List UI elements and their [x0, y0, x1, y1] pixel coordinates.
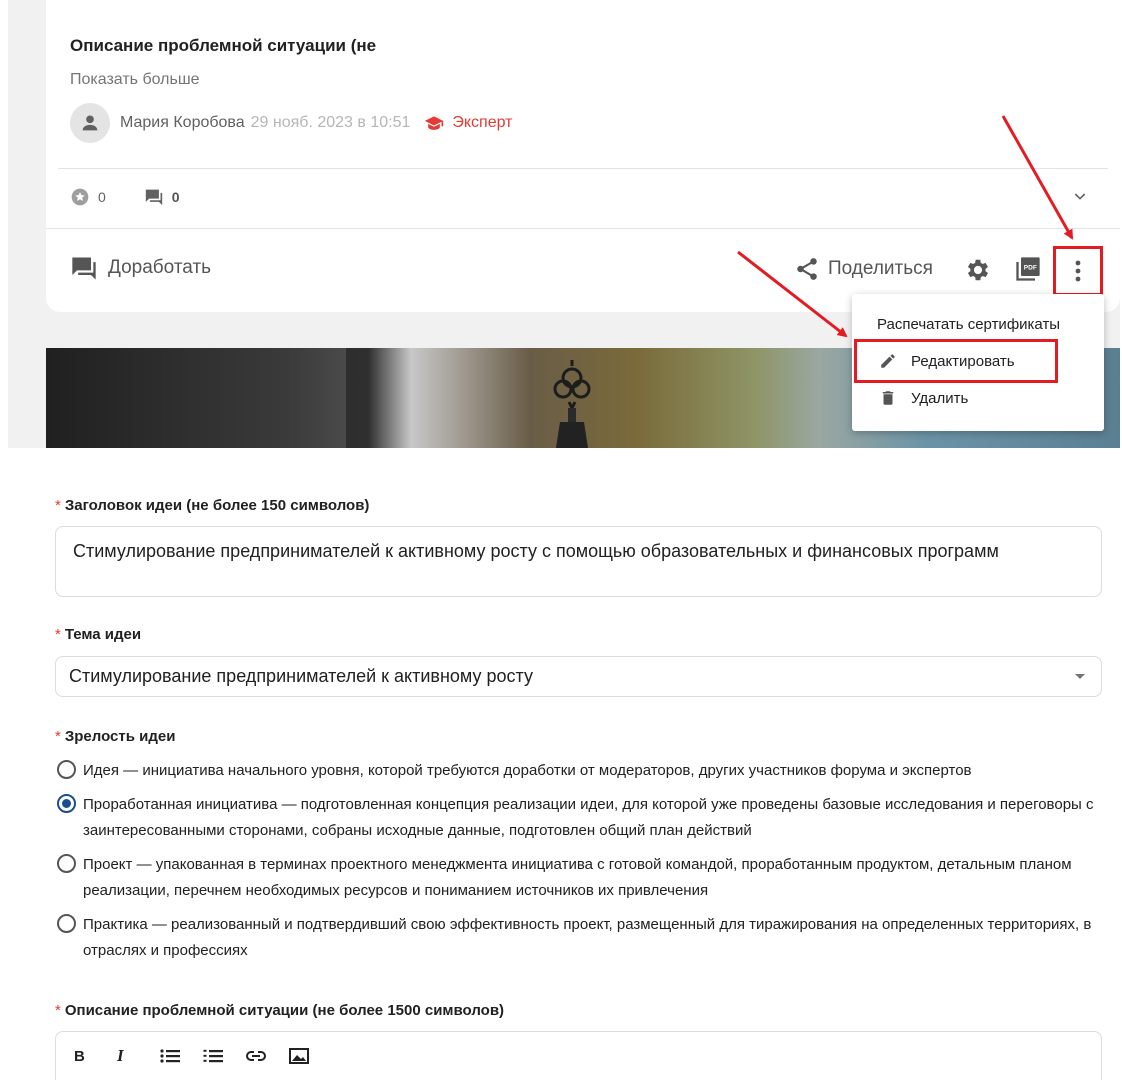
idea-card-screenshot: Описание проблемной ситуации (не Показат…: [8, 0, 1120, 448]
comments-count: 0: [171, 189, 180, 205]
more-vertical-icon: [1075, 260, 1081, 282]
title-field-label: * Заголовок идеи (не более 150 символов): [55, 497, 369, 514]
menu-item-label: Распечатать сертификаты: [877, 315, 1061, 333]
idea-topic-select[interactable]: Стимулирование предпринимателей к активн…: [55, 656, 1102, 697]
pdf-icon: PDF: [1016, 257, 1040, 281]
comment-icon: [72, 257, 96, 280]
expert-badge-label: Эксперт: [452, 114, 513, 131]
divider: [58, 168, 1108, 169]
maturity-option-practice[interactable]: Практика — реализованный и подтвердивший…: [57, 912, 1107, 964]
maturity-option-project[interactable]: Проект — упакованная в терминах проектно…: [57, 852, 1107, 904]
bulleted-list-button[interactable]: [160, 1044, 203, 1068]
image-dark-area: [46, 348, 346, 448]
caret-down-icon: [1075, 674, 1085, 679]
numbered-list-icon: [203, 1049, 223, 1063]
maturity-option-idea[interactable]: Идея — инициатива начального уровня, кот…: [57, 758, 972, 784]
topic-select-value: Стимулирование предпринимателей к активн…: [69, 666, 533, 686]
trash-icon: [882, 391, 894, 405]
rework-label: Доработать: [108, 257, 212, 278]
radio-button[interactable]: [57, 854, 76, 873]
share-label: Поделиться: [828, 258, 933, 279]
gear-icon: [967, 259, 989, 281]
divider: [46, 228, 1120, 229]
person-icon: [82, 115, 98, 131]
ornament-image: [553, 360, 591, 448]
radio-button-checked[interactable]: [57, 794, 76, 813]
description-field-label-text: Описание проблемной ситуации (не более 1…: [64, 1002, 505, 1019]
menu-item-edit[interactable]: Редактировать: [852, 343, 1104, 379]
more-menu-button[interactable]: [1053, 246, 1103, 296]
chevron-down-icon[interactable]: [1072, 188, 1088, 204]
link-icon: [246, 1051, 266, 1061]
avatar[interactable]: [70, 103, 110, 143]
radio-label: Идея — инициатива начального уровня, кот…: [83, 762, 972, 779]
required-mark: *: [55, 626, 61, 643]
radio-label: Практика — реализованный и подтвердивший…: [83, 916, 1092, 959]
numbered-list-button[interactable]: [203, 1044, 246, 1068]
radio-label: Проект — упакованная в терминах проектно…: [83, 856, 1072, 899]
show-more-link[interactable]: Показать больше: [70, 71, 200, 89]
svg-text:PDF: PDF: [1024, 265, 1037, 272]
topic-field-label-text: Тема идеи: [64, 626, 142, 643]
card-title: Описание проблемной ситуации (не: [70, 36, 377, 55]
title-field-label-text: Заголовок идеи (не более 150 символов): [64, 497, 370, 514]
menu-item-label: Редактировать: [911, 352, 1015, 370]
italic-button[interactable]: I: [117, 1044, 160, 1068]
editor-toolbar: B I: [74, 1044, 332, 1068]
author-row: Мария Коробова 29 нояб. 2023 в 10:51 Экс…: [70, 102, 513, 144]
image-button[interactable]: [289, 1044, 332, 1068]
post-date: 29 нояб. 2023 в 10:51: [250, 114, 411, 131]
maturity-field-label-text: Зрелость идеи: [64, 728, 176, 745]
star-circle-icon: [71, 188, 89, 206]
radio-button[interactable]: [57, 760, 76, 779]
menu-item-label: Удалить: [911, 389, 969, 407]
comment-icon: [145, 189, 162, 206]
radio-button[interactable]: [57, 914, 76, 933]
bold-button[interactable]: B: [74, 1044, 117, 1068]
graduation-cap-icon: [425, 116, 444, 130]
expert-badge: Эксперт: [424, 114, 513, 132]
description-editor[interactable]: B I: [55, 1031, 1102, 1080]
pencil-icon: [881, 354, 895, 368]
image-icon: [289, 1048, 309, 1064]
bulleted-list-icon: [160, 1049, 180, 1063]
comments-stat[interactable]: 0: [144, 188, 180, 206]
topic-field-label: * Тема идеи: [55, 626, 141, 643]
radio-label: Проработанная инициатива — подготовленна…: [83, 796, 1094, 839]
rating-stat[interactable]: 0: [70, 187, 106, 207]
settings-button[interactable]: [964, 256, 992, 289]
idea-card: Описание проблемной ситуации (не Показат…: [46, 0, 1120, 312]
author-name[interactable]: Мария Коробова: [120, 114, 245, 132]
share-icon: [797, 258, 817, 280]
required-mark: *: [55, 728, 61, 745]
required-mark: *: [55, 1002, 61, 1019]
maturity-option-developed-initiative[interactable]: Проработанная инициатива — подготовленна…: [57, 792, 1107, 844]
required-mark: *: [55, 497, 61, 514]
idea-title-input[interactable]: [55, 526, 1102, 597]
link-button[interactable]: [246, 1044, 289, 1068]
stats-row: 0 0: [70, 187, 180, 207]
share-button[interactable]: Поделиться: [794, 256, 933, 282]
pdf-button[interactable]: PDF: [1014, 255, 1042, 288]
menu-item-delete[interactable]: Удалить: [852, 380, 1104, 416]
more-actions-menu: Распечатать сертификаты Редактировать Уд…: [852, 294, 1104, 431]
description-field-label: * Описание проблемной ситуации (не более …: [55, 1002, 504, 1019]
maturity-field-label: * Зрелость идеи: [55, 728, 175, 745]
rating-count: 0: [98, 189, 106, 205]
rework-button[interactable]: Доработать: [70, 255, 211, 281]
menu-item-print-certificates[interactable]: Распечатать сертификаты: [852, 306, 1104, 342]
